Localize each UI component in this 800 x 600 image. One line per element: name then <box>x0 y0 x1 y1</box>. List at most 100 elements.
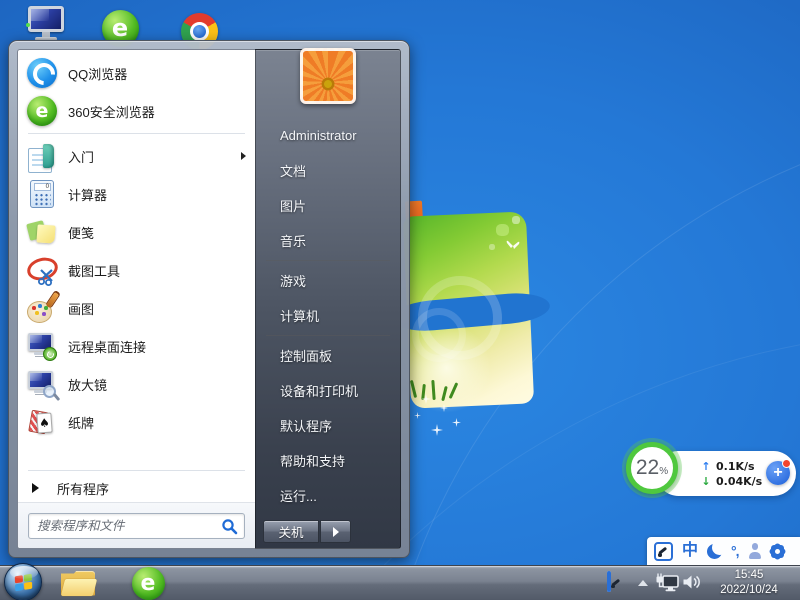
start-menu-item-360-browser[interactable]: e 360安全浏览器 <box>18 92 255 130</box>
download-arrow-icon: ↓ <box>700 475 712 488</box>
menu-item-label: 360安全浏览器 <box>68 102 155 121</box>
explorer-folder-icon <box>61 571 95 597</box>
menu-item-label: 入门 <box>68 147 94 166</box>
separator <box>266 260 390 261</box>
start-menu-item-games[interactable]: 游戏 <box>256 263 400 298</box>
ime-profile-icon[interactable] <box>748 543 762 559</box>
upload-speed-value: 0.1K/s <box>716 460 768 473</box>
menu-item-label: 截图工具 <box>68 261 120 280</box>
start-menu-item-help-support[interactable]: 帮助和支持 <box>256 443 400 478</box>
menu-item-label: 音乐 <box>280 231 306 250</box>
menu-item-label: 画图 <box>68 299 94 318</box>
ime-chinese-mode-button[interactable]: 中 <box>682 543 698 559</box>
menu-item-label: 文档 <box>280 161 306 180</box>
calculator-icon: 0 <box>26 178 58 210</box>
menu-item-label: QQ浏览器 <box>68 64 127 83</box>
search-input[interactable] <box>29 514 244 538</box>
percent-sign: % <box>659 466 668 477</box>
download-speed-value: 0.04K/s <box>716 475 768 488</box>
tray-ime-icon[interactable] <box>607 573 611 591</box>
menu-item-label: 纸牌 <box>68 413 94 432</box>
start-menu-item-qq-browser[interactable]: QQ浏览器 <box>18 54 255 92</box>
wallpaper-bokeh-dot <box>489 244 495 250</box>
volume-tray-icon[interactable] <box>682 573 702 591</box>
magnifier-icon <box>26 368 58 400</box>
memory-percent-ball[interactable]: 22 % <box>626 442 678 494</box>
shutdown-label: 关机 <box>278 522 303 541</box>
sticky-notes-icon <box>26 216 58 248</box>
search-box <box>28 513 245 539</box>
taskbar-explorer-button[interactable] <box>56 566 100 600</box>
menu-item-label: 设备和打印机 <box>280 381 358 400</box>
separator <box>28 133 245 134</box>
wallpaper-bokeh-ring <box>412 308 466 362</box>
network-tray-icon[interactable] <box>655 572 680 594</box>
windows-logo-icon <box>14 573 32 591</box>
all-programs-button[interactable]: 所有程序 <box>18 474 255 502</box>
expand-arrow-icon <box>32 483 39 493</box>
menu-item-label: 计算器 <box>68 185 107 204</box>
tray-time: 15:45 <box>703 568 795 583</box>
start-menu-item-user[interactable]: Administrator <box>256 118 400 153</box>
start-menu-item-sticky-notes[interactable]: 便笺 <box>18 213 255 251</box>
wallpaper-bokeh-dot <box>496 224 509 236</box>
360-browser-icon: e <box>132 567 165 600</box>
start-button[interactable] <box>4 563 42 600</box>
start-menu-item-pictures[interactable]: 图片 <box>256 188 400 223</box>
desktop[interactable]: e ↑ 0.1K/s ↓ 0.04K/s 22 % + <box>0 0 800 600</box>
start-menu-item-devices-printers[interactable]: 设备和打印机 <box>256 373 400 408</box>
start-menu-right-panel: Administrator 文档 图片 音乐 游戏 计算机 <box>255 49 401 549</box>
taskbar: e 15:45 2022/10/24 <box>0 565 800 600</box>
user-name: Administrator <box>280 128 357 143</box>
ime-logo-icon[interactable] <box>654 542 673 561</box>
menu-item-label: 便笺 <box>68 223 94 242</box>
start-menu-item-music[interactable]: 音乐 <box>256 223 400 258</box>
tray-clock[interactable]: 15:45 2022/10/24 <box>703 568 795 598</box>
getting-started-icon <box>26 140 58 172</box>
start-menu-item-run[interactable]: 运行... <box>256 478 400 513</box>
start-menu-item-snipping-tool[interactable]: 截图工具 <box>18 251 255 289</box>
separator <box>28 470 245 471</box>
menu-item-label: 控制面板 <box>280 346 332 365</box>
start-menu-item-getting-started[interactable]: 入门 <box>18 137 255 175</box>
menu-item-label: 默认程序 <box>280 416 332 435</box>
paint-icon <box>26 292 58 324</box>
start-menu-item-solitaire[interactable]: ♠ 纸牌 <box>18 403 255 441</box>
solitaire-icon: ♠ <box>26 406 58 438</box>
show-hidden-icons-button[interactable] <box>638 580 648 586</box>
start-menu-left-panel: QQ浏览器 e 360安全浏览器 入门 0 <box>17 49 255 549</box>
butterfly-icon <box>506 240 520 252</box>
menu-item-label: 放大镜 <box>68 375 107 394</box>
start-menu-item-calculator[interactable]: 0 计算器 <box>18 175 255 213</box>
qq-browser-icon <box>26 57 58 89</box>
search-icon[interactable] <box>221 518 238 535</box>
computer-icon <box>26 5 66 43</box>
start-menu-item-paint[interactable]: 画图 <box>18 289 255 327</box>
arrow-right-icon <box>333 527 339 537</box>
plus-icon: + <box>773 464 782 482</box>
wallpaper-bokeh-dot <box>512 216 520 224</box>
menu-item-label: 图片 <box>280 196 306 215</box>
start-menu-item-default-programs[interactable]: 默认程序 <box>256 408 400 443</box>
ime-settings-gear-icon[interactable] <box>771 545 784 558</box>
start-menu: QQ浏览器 e 360安全浏览器 入门 0 <box>8 40 410 558</box>
start-menu-item-computer[interactable]: 计算机 <box>256 298 400 333</box>
ime-halfwidth-moon-icon[interactable] <box>707 544 722 559</box>
taskbar-360-browser-button[interactable]: e <box>126 566 170 600</box>
user-avatar[interactable] <box>300 48 356 104</box>
shutdown-options-arrow-button[interactable] <box>320 520 351 543</box>
menu-item-label: 游戏 <box>280 271 306 290</box>
wallpaper-sparkle <box>431 424 443 436</box>
ime-punctuation-button[interactable]: °, <box>731 544 739 558</box>
menu-item-label: 运行... <box>280 486 317 505</box>
start-menu-item-remote-desktop[interactable]: 远程桌面连接 <box>18 327 255 365</box>
start-menu-item-magnifier[interactable]: 放大镜 <box>18 365 255 403</box>
shutdown-button[interactable]: 关机 <box>263 520 319 543</box>
360-browser-icon: e <box>26 95 58 127</box>
menu-item-label: 计算机 <box>280 306 319 325</box>
boost-button[interactable]: + <box>766 461 790 485</box>
ime-language-bar: 中 °, <box>647 537 800 565</box>
start-menu-item-documents[interactable]: 文档 <box>256 153 400 188</box>
start-menu-item-control-panel[interactable]: 控制面板 <box>256 338 400 373</box>
menu-item-label: 远程桌面连接 <box>68 337 146 356</box>
